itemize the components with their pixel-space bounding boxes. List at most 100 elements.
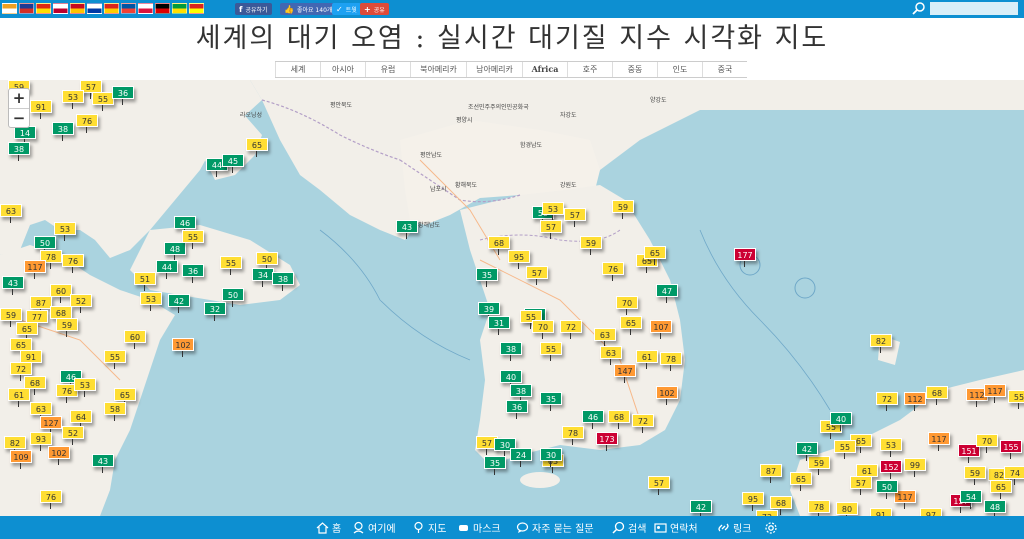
aqi-station-marker[interactable]: 38 [510,384,532,403]
flag-kazakhstan-icon[interactable] [2,3,17,14]
aqi-station-marker[interactable]: 127 [40,416,62,435]
nav-item-2[interactable]: 유럽 [365,62,410,77]
aqi-station-marker[interactable]: 87 [760,464,782,483]
aqi-station-marker[interactable]: 59 [808,456,830,475]
bottom-nav-item-5[interactable]: 검색 [612,516,646,539]
aqi-station-marker[interactable]: 46 [582,410,604,429]
aqi-station-marker[interactable]: 91 [30,100,52,119]
aqi-station-marker[interactable]: 99 [904,458,926,477]
aqi-station-marker[interactable]: 35 [476,268,498,287]
aqi-station-marker[interactable]: 48 [164,242,186,261]
aqi-station-marker[interactable]: 24 [510,448,532,467]
aqi-station-marker[interactable]: 91 [870,508,892,516]
aqi-station-marker[interactable]: 59 [0,308,22,327]
aqi-station-marker[interactable]: 65 [620,316,642,335]
nav-item-3[interactable]: 북아메리카 [410,62,466,77]
aqi-station-marker[interactable]: 36 [182,264,204,283]
aqi-station-marker[interactable]: 35 [484,456,506,475]
aqi-station-marker[interactable]: 34 [252,268,274,287]
search-input[interactable] [930,1,1018,15]
aqi-station-marker[interactable]: 57 [648,476,670,495]
aqi-station-marker[interactable]: 63 [594,328,616,347]
aqi-station-marker[interactable]: 45 [222,154,244,173]
aqi-station-marker[interactable]: 76 [76,114,98,133]
aqi-station-marker[interactable]: 59 [612,200,634,219]
aqi-station-marker[interactable]: 53 [62,90,84,109]
aqi-station-marker[interactable]: 65 [16,322,38,341]
aqi-station-marker[interactable]: 43 [2,276,24,295]
bottom-nav-item-6[interactable]: 연락처 [654,516,698,539]
aqi-station-marker[interactable]: 53 [140,292,162,311]
aqi-station-marker[interactable]: 59 [580,236,602,255]
flag-brazil-icon[interactable] [172,3,187,14]
aqi-station-marker[interactable]: 50 [34,236,56,255]
aqi-station-marker[interactable]: 147 [614,364,636,383]
aqi-station-marker[interactable]: 54 [960,490,982,509]
nav-item-9[interactable]: 중국 [702,62,747,77]
aqi-station-marker[interactable]: 72 [632,414,654,433]
aqi-station-marker[interactable]: 53 [880,438,902,457]
nav-item-0[interactable]: 세계 [275,62,320,77]
facebook-share-button[interactable]: f 공유하기 [235,3,272,15]
aqi-station-marker[interactable]: 173 [596,432,618,451]
aqi-station-marker[interactable]: 68 [488,236,510,255]
aqi-station-marker[interactable]: 35 [540,392,562,411]
aqi-station-marker[interactable]: 50 [222,288,244,307]
aqi-station-marker[interactable]: 53 [542,202,564,221]
aqi-map[interactable]: 조선민주주의인민공화국 평양시 남포시 황해북도 황해남도 강원도 함경남도 평안남도 평안북도… [0,80,1024,516]
flag-spain-icon[interactable] [70,3,85,14]
aqi-station-marker[interactable]: 38 [52,122,74,141]
aqi-station-marker[interactable]: 52 [70,294,92,313]
flag-vietnam-icon[interactable] [189,3,204,14]
flag-china-icon[interactable] [36,3,51,14]
aqi-station-marker[interactable]: 82 [870,334,892,353]
aqi-station-marker[interactable]: 57 [526,266,548,285]
aqi-station-marker[interactable]: 55 [92,92,114,111]
bottom-nav-item-1[interactable]: 여기에 [352,516,396,539]
aqi-station-marker[interactable]: 61 [636,350,658,369]
aqi-station-marker[interactable]: 76 [62,254,84,273]
aqi-station-marker[interactable]: 65 [246,138,268,157]
aqi-station-marker[interactable]: 97 [920,508,942,516]
aqi-station-marker[interactable]: 43 [92,454,114,473]
aqi-station-marker[interactable]: 70 [532,320,554,339]
flag-japan-icon[interactable] [53,3,68,14]
aqi-station-marker[interactable]: 60 [50,284,72,303]
aqi-station-marker[interactable]: 72 [10,362,32,381]
flag-uk-icon[interactable] [19,3,34,14]
aqi-station-marker[interactable]: 48 [984,500,1006,516]
aqi-station-marker[interactable]: 55 [834,440,856,459]
nav-item-4[interactable]: 남아메리카 [466,62,522,77]
aqi-station-marker[interactable]: 42 [690,500,712,516]
aqi-station-marker[interactable]: 57 [540,220,562,239]
aqi-station-marker[interactable]: 52 [62,426,84,445]
facebook-like-button[interactable]: 👍 좋아요 140개 [280,3,337,15]
aqi-station-marker[interactable]: 95 [508,250,530,269]
flag-russia-icon[interactable] [87,3,102,14]
nav-item-1[interactable]: 아시아 [320,62,365,77]
aqi-station-marker[interactable]: 55 [104,350,126,369]
zoom-out-button[interactable]: − [9,108,29,127]
aqi-station-marker[interactable]: 31 [488,316,510,335]
aqi-station-marker[interactable]: 53 [54,222,76,241]
aqi-station-marker[interactable]: 80 [836,502,858,516]
google-share-button[interactable]: + 공유 [360,3,389,15]
bottom-nav-item-4[interactable]: 자주 묻는 질문 [516,516,594,539]
aqi-station-marker[interactable]: 177 [734,248,756,267]
aqi-station-marker[interactable]: 42 [796,442,818,461]
bottom-nav-item-2[interactable]: 지도 [412,516,446,539]
aqi-station-marker[interactable]: 39 [478,302,500,321]
aqi-station-marker[interactable]: 46 [174,216,196,235]
aqi-station-marker[interactable]: 68 [770,496,792,515]
aqi-station-marker[interactable]: 117 [24,260,46,279]
aqi-station-marker[interactable]: 102 [172,338,194,357]
aqi-station-marker[interactable]: 93 [30,432,52,451]
aqi-station-marker[interactable]: 61 [8,388,30,407]
bottom-nav-item-0[interactable]: 홈 [316,516,341,539]
aqi-station-marker[interactable]: 76 [40,490,62,509]
aqi-station-marker[interactable]: 53 [74,378,96,397]
aqi-station-marker[interactable]: 78 [660,352,682,371]
aqi-station-marker[interactable]: 64 [70,410,92,429]
aqi-station-marker[interactable]: 55 [1008,390,1024,409]
aqi-station-marker[interactable]: 155 [1000,440,1022,459]
